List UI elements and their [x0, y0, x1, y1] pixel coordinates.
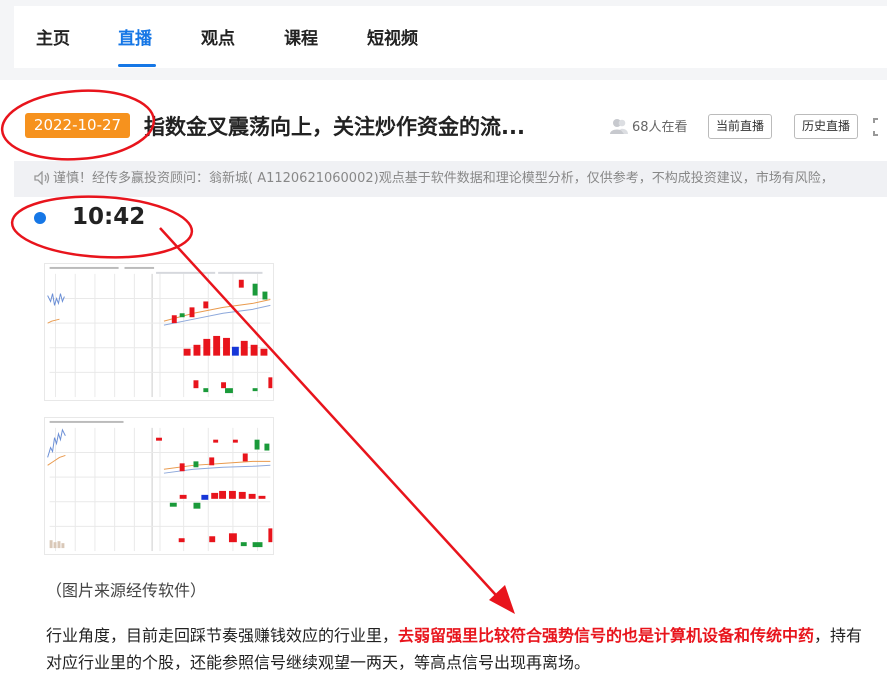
timeline-dot — [34, 212, 46, 224]
tab-opinion[interactable]: 观点 — [201, 24, 235, 49]
active-tab-indicator — [118, 64, 156, 67]
history-live-button[interactable]: 历史直播 — [794, 114, 859, 139]
speaker-icon — [34, 170, 50, 186]
risk-notice-text: 谨慎！经传多赢投资顾问：翁新城( A1120621060002)观点基于软件数据… — [53, 171, 834, 186]
stock-chart-image[interactable] — [44, 263, 274, 401]
post-text: 行业角度，目前走回踩节奏强赚钱效应的行业里， — [46, 626, 399, 645]
tab-live[interactable]: 直播 — [118, 24, 152, 49]
tab-short-video[interactable]: 短视频 — [367, 24, 418, 49]
arrow-head-icon — [489, 585, 515, 614]
date-badge: 2022-10-27 — [25, 113, 130, 138]
live-header: 2022-10-27 指数金叉震荡向上，关注炒作资金的流... 68人在看 当前… — [0, 96, 887, 158]
post-time: 10:42 — [72, 204, 146, 230]
tab-course[interactable]: 课程 — [284, 24, 318, 49]
live-title[interactable]: 指数金叉震荡向上，关注炒作资金的流... — [144, 111, 525, 141]
viewer-count: 68人在看 — [610, 116, 688, 135]
nav-tabs: 主页 直播 观点 课程 短视频 — [14, 6, 887, 68]
risk-notice: 谨慎！经传多赢投资顾问：翁新城( A1120621060002)观点基于软件数据… — [14, 161, 887, 197]
viewer-count-label: 68人在看 — [632, 120, 688, 135]
user-icon — [610, 119, 628, 134]
stock-chart-image-2[interactable] — [44, 417, 274, 555]
fullscreen-icon[interactable] — [873, 118, 887, 136]
image-source-caption: （图片来源经传软件） — [46, 581, 207, 600]
tab-home[interactable]: 主页 — [36, 24, 70, 49]
post-highlight: 去弱留强里比较符合强势信号的也是计算机设备和传统中药 — [398, 626, 815, 645]
current-live-button[interactable]: 当前直播 — [708, 114, 773, 139]
post-paragraph: 行业角度，目前走回踩节奏强赚钱效应的行业里，去弱留强里比较符合强势信号的也是计算… — [46, 622, 876, 676]
